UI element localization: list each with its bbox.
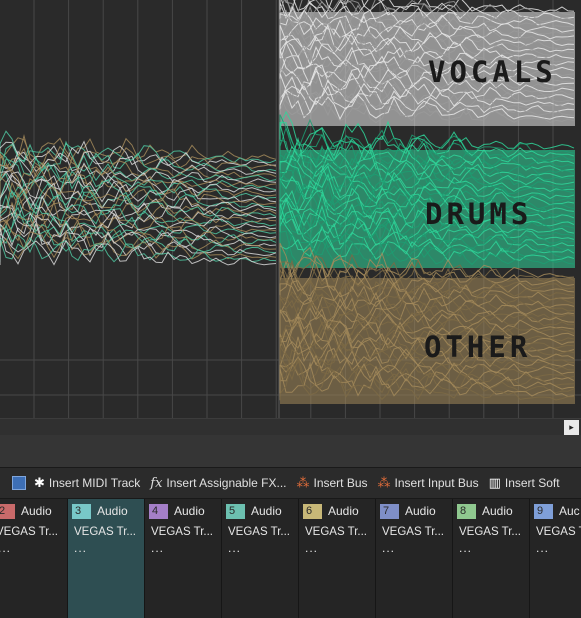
track-name: VEGAS Tr <box>536 526 581 538</box>
track-more: ... <box>305 541 319 555</box>
track-more: ... <box>382 541 396 555</box>
track-header-4[interactable]: 4 Audio VEGAS Tr... ... <box>145 499 222 618</box>
track-type: Audio <box>405 504 436 518</box>
track-number: 7 <box>380 503 399 519</box>
track-number: 5 <box>226 503 245 519</box>
track-list: 2 Audio VEGAS Tr... ... 3 Audio VEGAS Tr… <box>0 499 581 618</box>
track-name: VEGAS Tr... <box>382 526 444 538</box>
track-type: Audio <box>482 504 513 518</box>
drums-waveform <box>279 110 575 268</box>
stem-label-other: OTHER <box>424 330 532 364</box>
insert-input-bus-label: Insert Input Bus <box>394 476 479 490</box>
track-number: 6 <box>303 503 322 519</box>
insert-audio-track-icon[interactable] <box>12 476 26 490</box>
track-header-9[interactable]: 9 Auc VEGAS Tr ... <box>530 499 581 618</box>
track-number: 9 <box>534 503 553 519</box>
track-header-7[interactable]: 7 Audio VEGAS Tr... ... <box>376 499 453 618</box>
insert-soft-synth-label: Insert Soft <box>504 476 560 490</box>
track-type: Audio <box>251 504 282 518</box>
track-more: ... <box>74 541 88 555</box>
insert-bus-label: Insert Bus <box>313 476 368 490</box>
insert-bus-button[interactable]: ⁂ Insert Bus <box>296 468 368 498</box>
track-more: ... <box>228 541 242 555</box>
track-name: VEGAS Tr... <box>459 526 521 538</box>
timeline-footer <box>0 435 581 468</box>
insert-soft-synth-button[interactable]: ▥ Insert Soft <box>488 468 560 498</box>
track-name: VEGAS Tr... <box>0 526 58 538</box>
track-name: VEGAS Tr... <box>151 526 213 538</box>
insert-midi-track-label: Insert MIDI Track <box>48 476 141 490</box>
insert-assignable-fx-button[interactable]: fx Insert Assignable FX... <box>150 468 287 498</box>
insert-midi-track-button[interactable]: ✱ Insert MIDI Track <box>34 468 141 498</box>
track-type: Audio <box>21 504 52 518</box>
track-toolbar: ✱ Insert MIDI Track fx Insert Assignable… <box>0 468 581 499</box>
track-header-8[interactable]: 8 Audio VEGAS Tr... ... <box>453 499 530 618</box>
fx-icon: fx <box>150 475 163 491</box>
midi-track-icon: ✱ <box>34 475 45 490</box>
track-type: Audio <box>97 504 128 518</box>
track-more: ... <box>536 541 550 555</box>
stem-label-vocals: VOCALS <box>428 55 557 89</box>
track-more: ... <box>0 541 12 555</box>
track-header-2[interactable]: 2 Audio VEGAS Tr... ... <box>0 499 68 618</box>
input-bus-icon: ⁂ <box>377 475 391 490</box>
scroll-right-arrow-icon[interactable]: ▸ <box>564 420 579 435</box>
track-name: VEGAS Tr... <box>74 526 136 538</box>
timeline-area[interactable]: VOCALS DRUMS OTHER <box>0 0 581 418</box>
track-header-5[interactable]: 5 Audio VEGAS Tr... ... <box>222 499 299 618</box>
track-type: Audio <box>328 504 359 518</box>
track-more: ... <box>151 541 165 555</box>
track-type: Auc <box>559 504 580 518</box>
track-name: VEGAS Tr... <box>228 526 290 538</box>
track-number: 3 <box>72 503 91 519</box>
track-type: Audio <box>174 504 205 518</box>
track-header-6[interactable]: 6 Audio VEGAS Tr... ... <box>299 499 376 618</box>
track-number: 8 <box>457 503 476 519</box>
bus-icon: ⁂ <box>296 475 310 490</box>
insert-assignable-fx-label: Insert Assignable FX... <box>166 476 287 490</box>
stem-label-drums: DRUMS <box>425 197 533 231</box>
track-name: VEGAS Tr... <box>305 526 367 538</box>
insert-input-bus-button[interactable]: ⁂ Insert Input Bus <box>377 468 479 498</box>
soft-synth-icon: ▥ <box>488 475 501 490</box>
horizontal-scrollbar[interactable]: ▸ <box>0 418 581 435</box>
track-more: ... <box>459 541 473 555</box>
track-header-3[interactable]: 3 Audio VEGAS Tr... ... <box>68 499 145 618</box>
track-number: 4 <box>149 503 168 519</box>
track-number: 2 <box>0 503 15 519</box>
